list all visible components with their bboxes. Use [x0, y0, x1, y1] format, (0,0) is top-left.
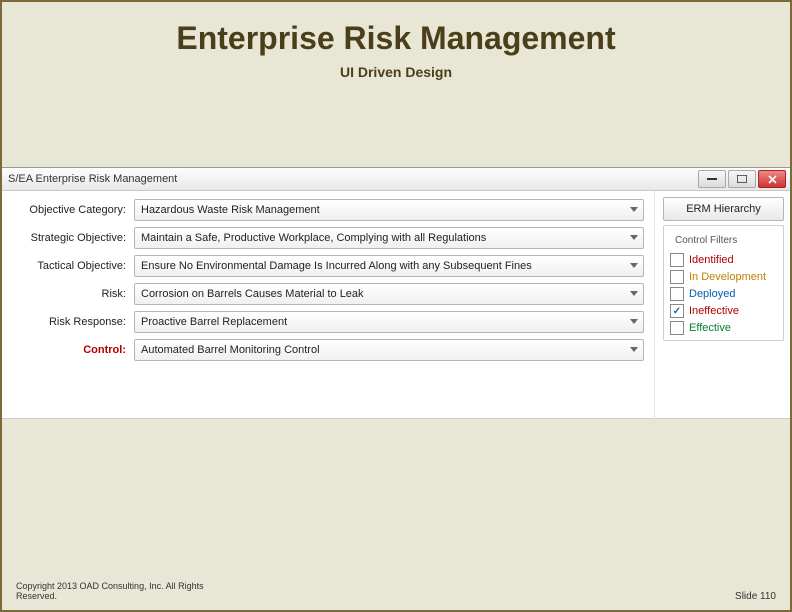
close-button[interactable]	[758, 170, 786, 188]
checkbox-in-development[interactable]	[670, 270, 684, 284]
row-tactical-objective: Tactical Objective: Ensure No Environmen…	[8, 255, 644, 277]
maximize-button[interactable]	[728, 170, 756, 188]
checkbox-identified[interactable]	[670, 253, 684, 267]
slide-number: Slide 110	[735, 591, 776, 602]
dropdown-risk-response[interactable]: Proactive Barrel Replacement	[134, 311, 644, 333]
copyright: Copyright 2013 OAD Consulting, Inc. All …	[16, 582, 204, 602]
maximize-icon	[737, 175, 747, 183]
copyright-line-1: Copyright 2013 OAD Consulting, Inc. All …	[16, 581, 204, 591]
window-title: S/EA Enterprise Risk Management	[8, 173, 177, 185]
checkbox-ineffective[interactable]	[670, 304, 684, 318]
label-risk: Risk:	[8, 288, 134, 300]
filter-deployed[interactable]: Deployed	[670, 287, 777, 301]
filter-label-effective: Effective	[689, 322, 731, 334]
row-strategic-objective: Strategic Objective: Maintain a Safe, Pr…	[8, 227, 644, 249]
window-titlebar[interactable]: S/EA Enterprise Risk Management	[2, 168, 790, 191]
label-tactical-objective: Tactical Objective:	[8, 260, 134, 272]
dropdown-objective-category[interactable]: Hazardous Waste Risk Management	[134, 199, 644, 221]
row-objective-category: Objective Category: Hazardous Waste Risk…	[8, 199, 644, 221]
minimize-icon	[707, 178, 717, 180]
label-risk-response: Risk Response:	[8, 316, 134, 328]
dropdown-risk[interactable]: Corrosion on Barrels Causes Material to …	[134, 283, 644, 305]
row-risk: Risk: Corrosion on Barrels Causes Materi…	[8, 283, 644, 305]
filter-label-ineffective: Ineffective	[689, 305, 739, 317]
filter-effective[interactable]: Effective	[670, 321, 777, 335]
label-control: Control:	[8, 344, 134, 356]
close-icon	[768, 175, 777, 184]
row-control: Control: Automated Barrel Monitoring Con…	[8, 339, 644, 361]
checkbox-effective[interactable]	[670, 321, 684, 335]
page-subtitle: UI Driven Design	[2, 64, 790, 80]
row-risk-response: Risk Response: Proactive Barrel Replacem…	[8, 311, 644, 333]
filter-label-deployed: Deployed	[689, 288, 735, 300]
window-controls	[698, 170, 786, 188]
app-body: Objective Category: Hazardous Waste Risk…	[2, 191, 790, 419]
page-title: Enterprise Risk Management	[2, 20, 790, 57]
slide: Enterprise Risk Management UI Driven Des…	[0, 0, 792, 612]
filter-label-identified: Identified	[689, 254, 734, 266]
filter-ineffective[interactable]: Ineffective	[670, 304, 777, 318]
erm-hierarchy-button[interactable]: ERM Hierarchy	[663, 197, 784, 221]
filter-in-development[interactable]: In Development	[670, 270, 777, 284]
label-strategic-objective: Strategic Objective:	[8, 232, 134, 244]
minimize-button[interactable]	[698, 170, 726, 188]
app-window: S/EA Enterprise Risk Management Objectiv…	[2, 167, 790, 419]
form-panel: Objective Category: Hazardous Waste Risk…	[2, 191, 655, 419]
side-panel: ERM Hierarchy Control Filters Identified…	[655, 191, 790, 419]
checkbox-deployed[interactable]	[670, 287, 684, 301]
control-filters-group: Control Filters Identified In Developmen…	[663, 225, 784, 341]
dropdown-control[interactable]: Automated Barrel Monitoring Control	[134, 339, 644, 361]
label-objective-category: Objective Category:	[8, 204, 134, 216]
copyright-line-2: Reserved.	[16, 591, 57, 601]
dropdown-tactical-objective[interactable]: Ensure No Environmental Damage Is Incurr…	[134, 255, 644, 277]
control-filters-title: Control Filters	[672, 235, 740, 246]
filter-label-in-development: In Development	[689, 271, 766, 283]
filter-identified[interactable]: Identified	[670, 253, 777, 267]
dropdown-strategic-objective[interactable]: Maintain a Safe, Productive Workplace, C…	[134, 227, 644, 249]
